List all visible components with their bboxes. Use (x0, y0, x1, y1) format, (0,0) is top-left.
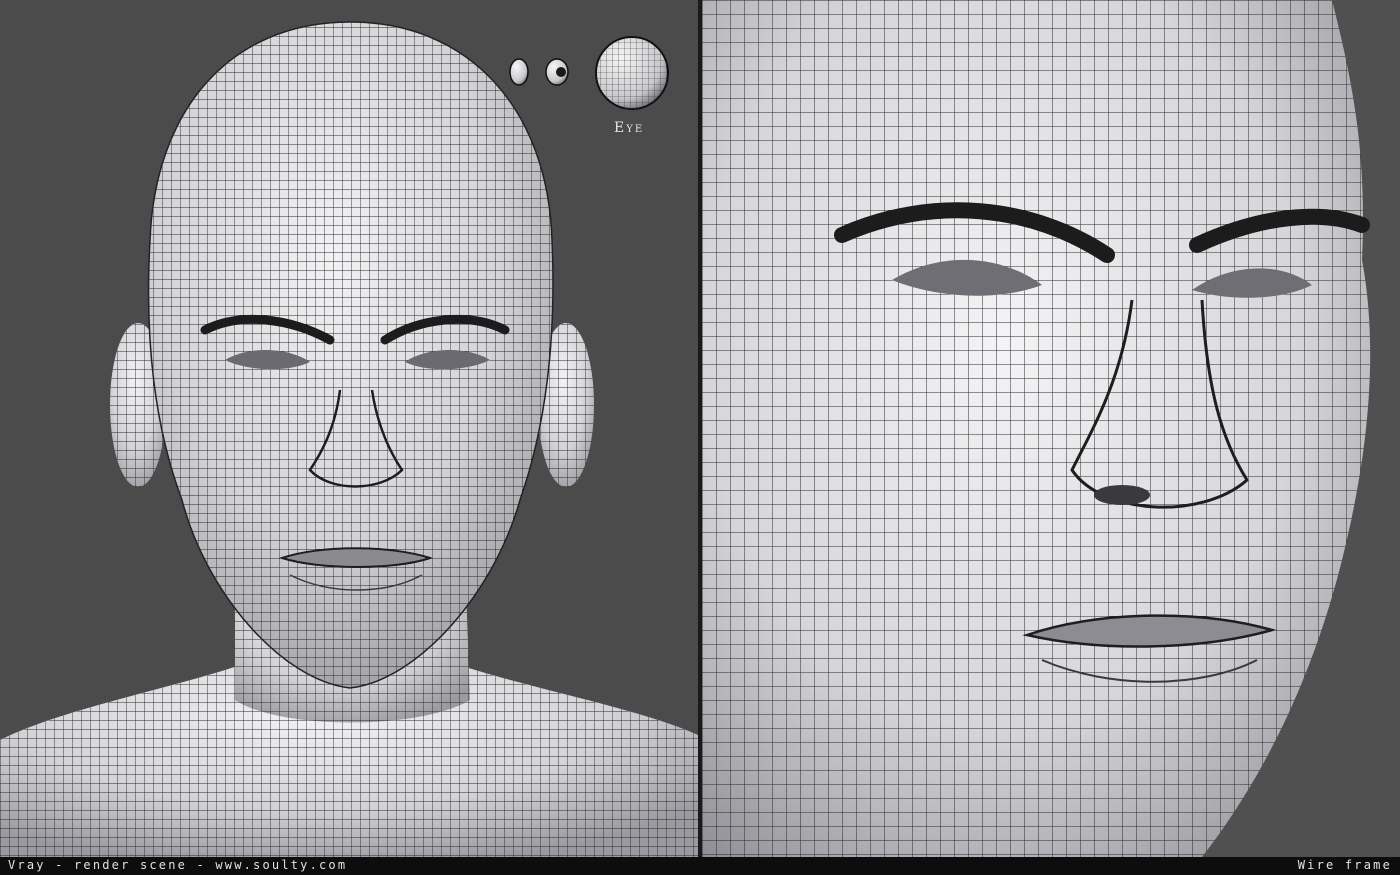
caption-bar: Vray - render scene - www.soulty.com Wir… (0, 857, 1400, 875)
wireframe-caption: Wire frame (1297, 858, 1392, 872)
front-view-panel: Eye (0, 0, 698, 857)
eye-label: Eye (614, 120, 645, 136)
closeup-view-panel (702, 0, 1400, 857)
front-view-render (0, 21, 698, 857)
render-caption: Vray - render scene - www.soulty.com (8, 858, 348, 872)
eye-part-cornea-icon (509, 58, 529, 86)
closeup-view-render (702, 0, 1371, 857)
